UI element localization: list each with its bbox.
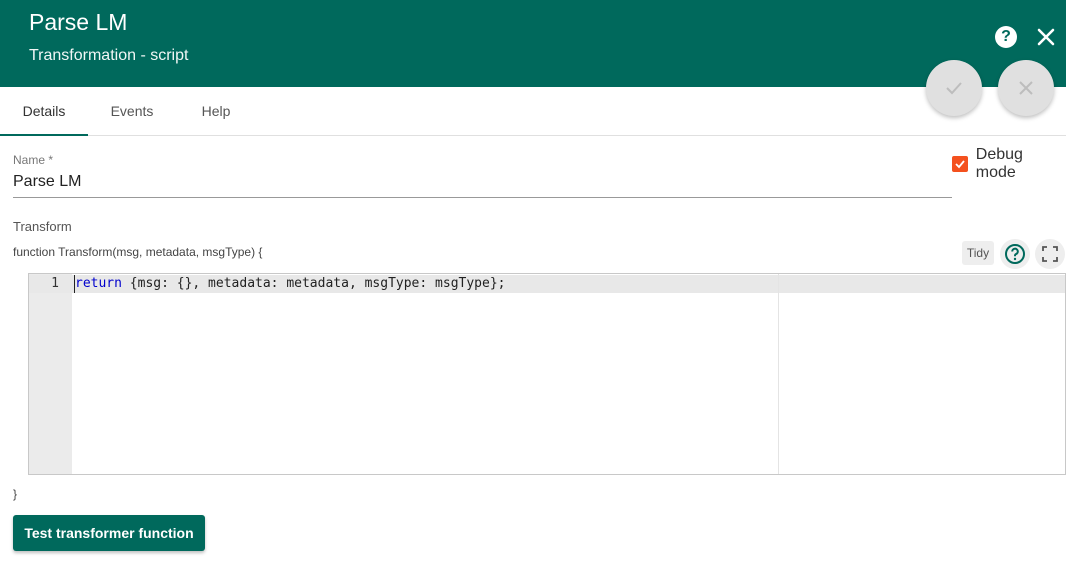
test-transformer-button[interactable]: Test transformer function	[13, 515, 205, 551]
help-icon[interactable]: ?	[995, 26, 1017, 48]
code-keyword: return	[75, 276, 122, 291]
dialog-title: Parse LM	[29, 9, 128, 35]
tab-bar: Details Events Help	[0, 87, 1066, 136]
tab-events[interactable]: Events	[88, 87, 176, 135]
line-number: 1	[51, 276, 59, 291]
dialog-header: Parse LM Transformation - script ?	[0, 0, 1066, 87]
debug-mode-checkbox[interactable]: Debug mode	[952, 146, 1066, 181]
transform-label: Transform	[13, 219, 72, 234]
editor-gutter	[29, 274, 72, 474]
help-icon[interactable]	[1000, 239, 1030, 269]
function-signature: function Transform(msg, metadata, msgTyp…	[13, 245, 263, 259]
function-close: }	[13, 487, 18, 501]
tab-help[interactable]: Help	[176, 87, 256, 135]
code-editor[interactable]: 1 return {msg: {}, metadata: metadata, m…	[28, 273, 1066, 475]
name-label: Name *	[13, 153, 54, 167]
code-line[interactable]: return {msg: {}, metadata: metadata, msg…	[74, 275, 505, 293]
print-margin	[778, 274, 779, 474]
dialog-subtitle: Transformation - script	[29, 47, 189, 64]
checkbox-checked-icon	[952, 156, 968, 172]
tidy-button[interactable]: Tidy	[962, 241, 994, 265]
tab-details[interactable]: Details	[0, 87, 88, 136]
code-text: {msg: {}, metadata: metadata, msgType: m…	[121, 276, 506, 291]
fullscreen-icon[interactable]	[1035, 239, 1065, 269]
name-input[interactable]: Parse LM	[13, 170, 952, 198]
debug-mode-label: Debug mode	[975, 146, 1023, 181]
close-icon[interactable]	[1035, 26, 1057, 48]
